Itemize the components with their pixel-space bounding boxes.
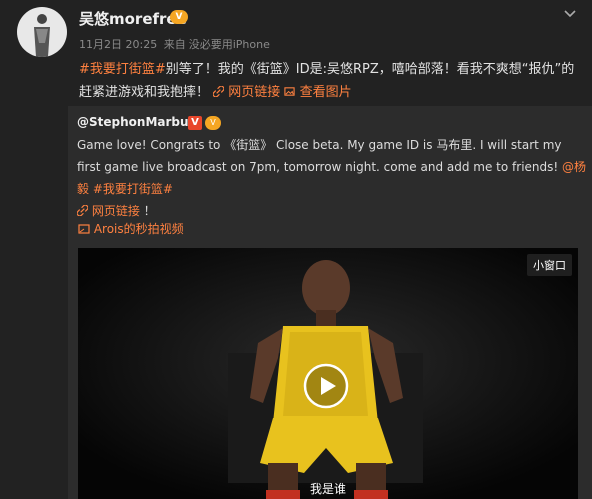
verified-icon: V	[188, 116, 202, 130]
video-icon	[78, 224, 90, 234]
repost-author[interactable]: @StephonMarbury	[77, 115, 202, 129]
vip-badge-icon[interactable]: V	[170, 10, 188, 24]
avatar-figure-icon	[34, 14, 50, 57]
repost-end: ！	[143, 204, 156, 218]
post-date[interactable]: 11月2日 20:25	[79, 38, 157, 51]
video-player[interactable]: 小窗口 我是谁	[78, 248, 578, 499]
web-link-label: 网页链接	[228, 85, 281, 100]
post-meta: 11月2日 20:25 来自 没必要用iPhone	[79, 36, 273, 52]
mini-window-button[interactable]: 小窗口	[527, 254, 572, 276]
topic-tag[interactable]: #我要打街篮#	[79, 62, 166, 77]
play-icon[interactable]	[303, 363, 349, 409]
web-link[interactable]: 网页链接	[212, 85, 284, 100]
web-link[interactable]: 网页链接	[76, 204, 144, 218]
video-source-link[interactable]: Arois的秒拍视频	[78, 220, 184, 237]
vip-badge-icon[interactable]: V	[205, 116, 221, 130]
repost-text: Game love! Congrats to 《街篮》 Close beta. …	[76, 134, 587, 222]
repost-box: @StephonMarbury V V Game love! Congrats …	[68, 106, 592, 499]
view-image-link[interactable]: 查看图片	[284, 85, 352, 100]
post-text: #我要打街篮#别等了！我的《街篮》ID是:吴悠RPZ，嘻哈部落！看我不爽想“报仇…	[79, 58, 579, 104]
repost-body: Game love! Congrats to 《街篮》 Close beta. …	[77, 138, 563, 174]
topic-tag[interactable]: #我要打街篮#	[93, 182, 173, 196]
link-icon	[76, 204, 89, 217]
web-link-label: 网页链接	[91, 204, 140, 218]
video-subtitle: 我是谁	[309, 482, 346, 496]
view-image-label: 查看图片	[299, 85, 352, 100]
chevron-down-icon[interactable]	[562, 5, 578, 21]
post-source: 没必要用iPhone	[188, 38, 270, 51]
source-prefix: 来自	[163, 38, 186, 51]
video-source-label: Arois的秒拍视频	[93, 222, 184, 236]
link-icon	[212, 85, 225, 98]
image-icon	[284, 87, 296, 96]
avatar[interactable]	[17, 7, 67, 57]
